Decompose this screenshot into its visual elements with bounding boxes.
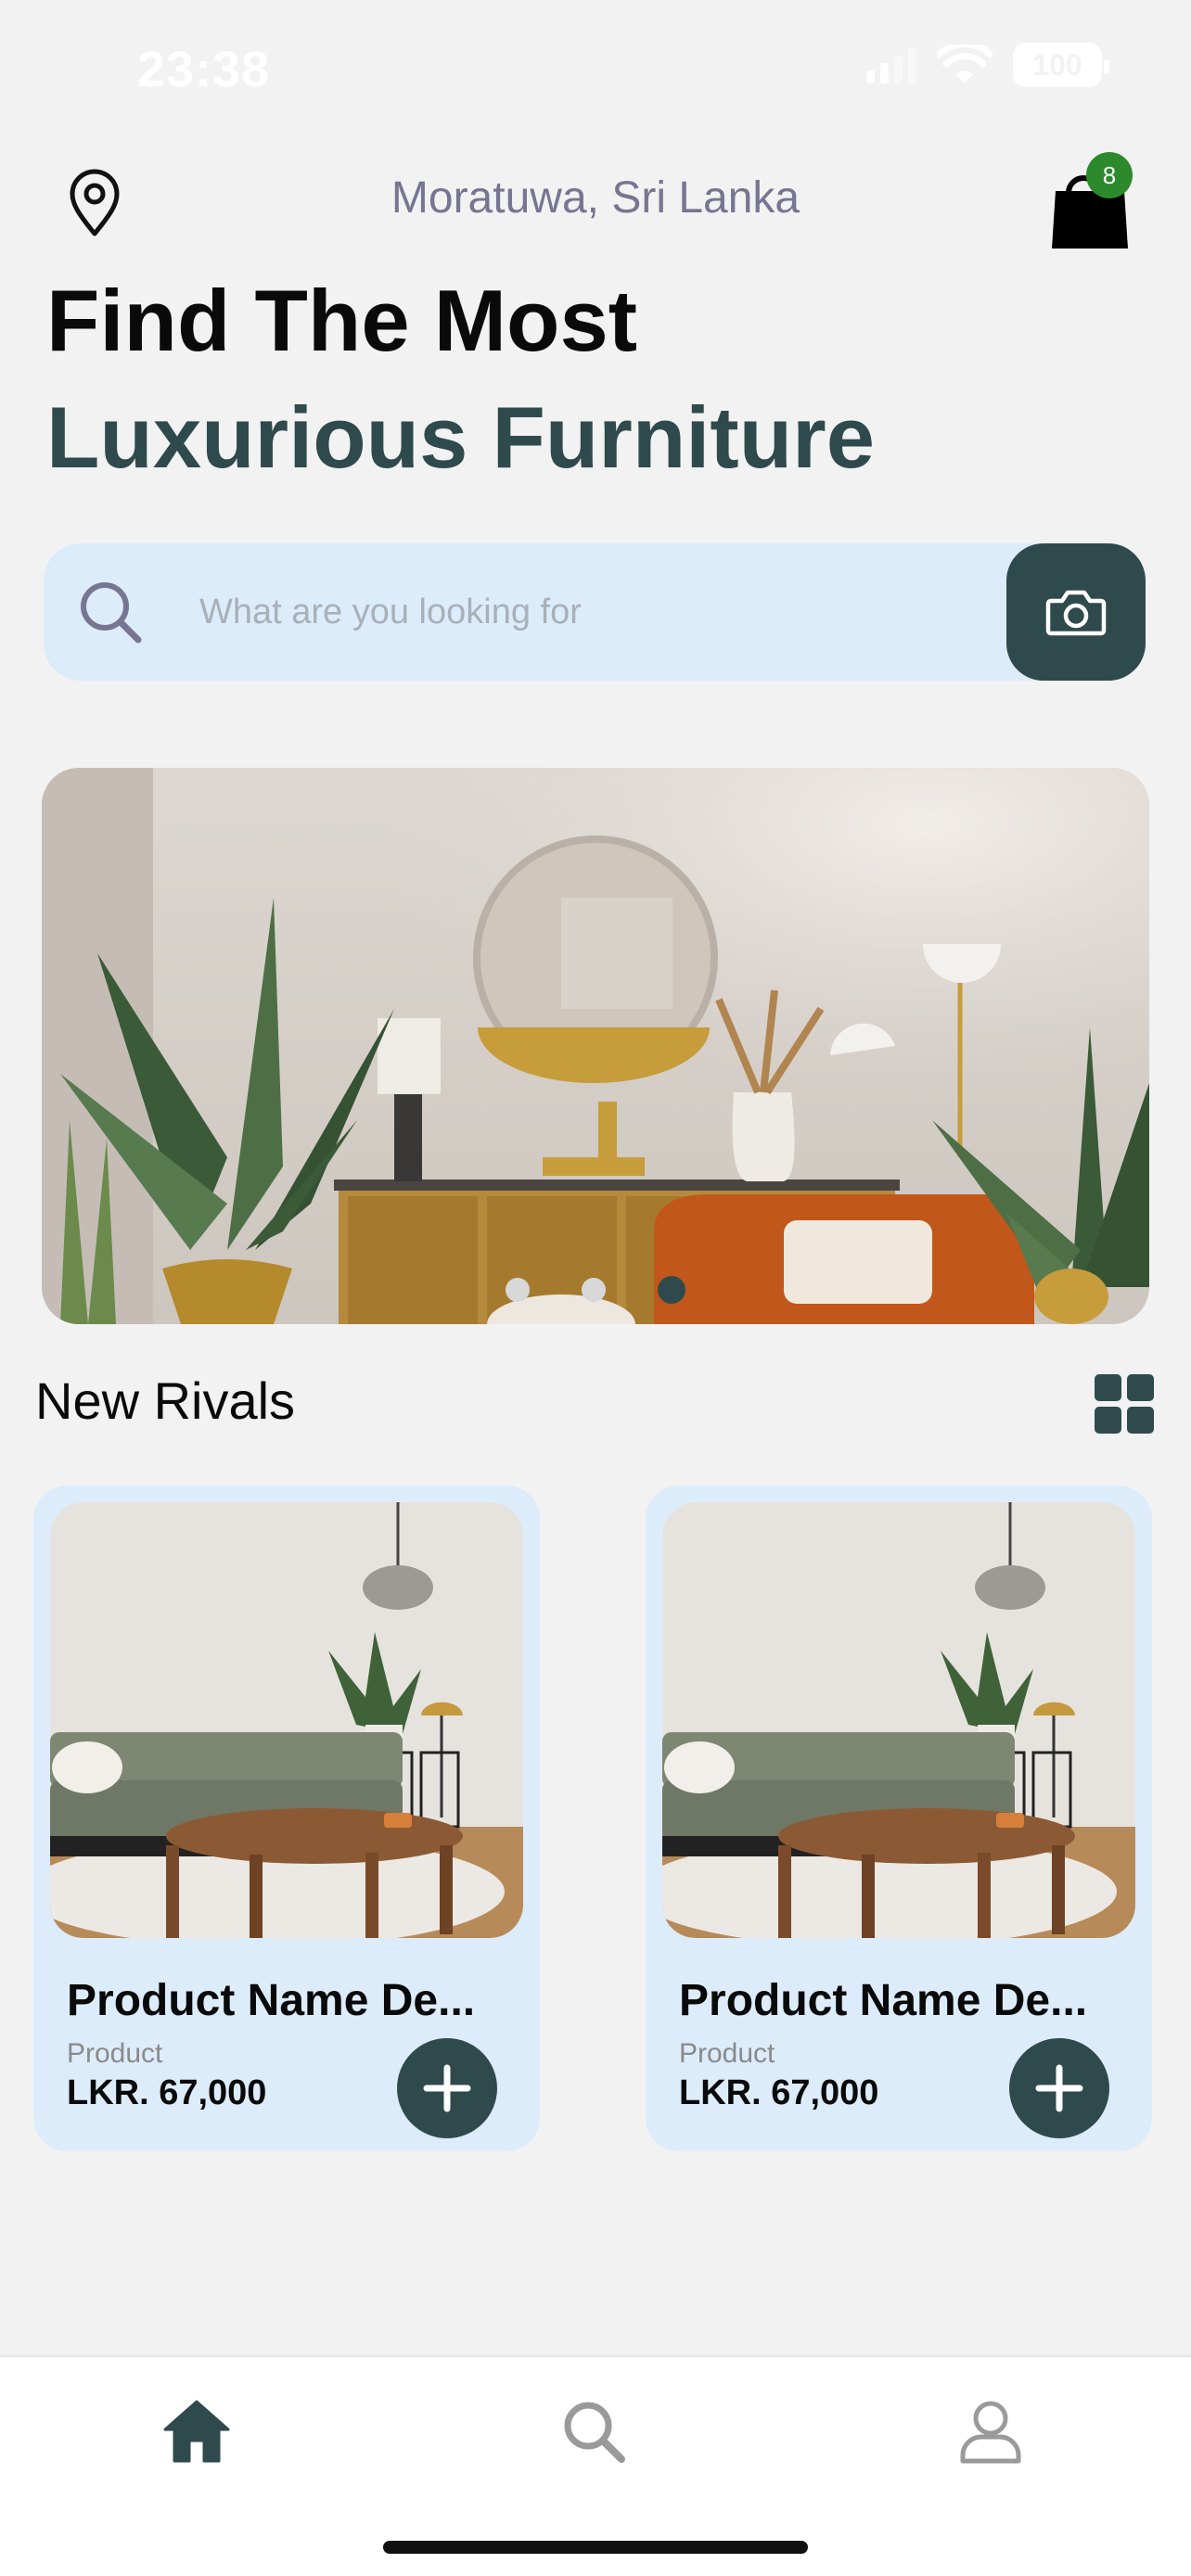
banner-pagination xyxy=(42,1276,1149,1304)
section-title: New Rivals xyxy=(35,1371,296,1430)
nav-home[interactable] xyxy=(160,2394,234,2468)
plus-icon xyxy=(423,2064,471,2112)
search-bar xyxy=(44,543,1146,681)
add-to-cart-button[interactable] xyxy=(397,2038,497,2138)
cart-count-badge: 8 xyxy=(1086,152,1133,198)
product-card[interactable]: Product Name De... Product LKR. 67,000 xyxy=(646,1486,1152,2151)
battery-icon: 100 xyxy=(1013,43,1109,87)
header: Moratuwa, Sri Lanka 8 xyxy=(0,139,1191,260)
headline-line-2: Luxurious Furniture xyxy=(46,389,875,486)
nav-search[interactable] xyxy=(557,2394,631,2468)
status-time: 23:38 xyxy=(137,42,271,97)
product-name: Product Name De... xyxy=(67,1976,476,2025)
sofa-product-image xyxy=(50,1502,523,1938)
profile-icon xyxy=(960,2401,1021,2464)
nav-profile[interactable] xyxy=(954,2394,1028,2468)
wifi-icon xyxy=(937,45,992,83)
product-name: Product Name De... xyxy=(679,1976,1088,2025)
product-price: LKR. 67,000 xyxy=(67,2073,267,2112)
banner-dot-3-active[interactable] xyxy=(658,1276,685,1304)
status-icons: 100 xyxy=(866,43,1109,87)
product-card[interactable]: Product Name De... Product LKR. 67,000 xyxy=(33,1486,540,2151)
product-category: Product xyxy=(67,2038,163,2069)
camera-icon xyxy=(1045,590,1107,636)
add-to-cart-button[interactable] xyxy=(1009,2038,1109,2138)
status-bar: 23:38 100 xyxy=(0,0,1191,139)
banner-dot-1[interactable] xyxy=(506,1278,530,1302)
sofa-product-image xyxy=(662,1502,1135,1938)
location-label[interactable]: Moratuwa, Sri Lanka xyxy=(0,172,1191,223)
promo-banner[interactable] xyxy=(42,768,1149,1324)
battery-level: 100 xyxy=(1032,47,1082,82)
product-image xyxy=(50,1502,523,1938)
home-indicator xyxy=(383,2541,808,2554)
camera-search-button[interactable] xyxy=(1006,543,1146,681)
signal-icon xyxy=(866,46,916,83)
banner-dot-2[interactable] xyxy=(582,1278,606,1302)
cart-button[interactable]: 8 xyxy=(1050,152,1133,254)
product-image xyxy=(662,1502,1135,1938)
product-price: LKR. 67,000 xyxy=(679,2073,879,2112)
search-icon xyxy=(564,2402,625,2463)
plus-icon xyxy=(1035,2064,1083,2112)
grid-view-icon[interactable] xyxy=(1095,1374,1154,1434)
search-icon xyxy=(81,582,142,644)
home-icon xyxy=(163,2400,230,2463)
headline-line-1: Find The Most xyxy=(46,272,638,369)
living-room-banner-image xyxy=(42,768,1149,1324)
product-category: Product xyxy=(679,2038,775,2069)
search-input[interactable] xyxy=(199,580,1016,644)
